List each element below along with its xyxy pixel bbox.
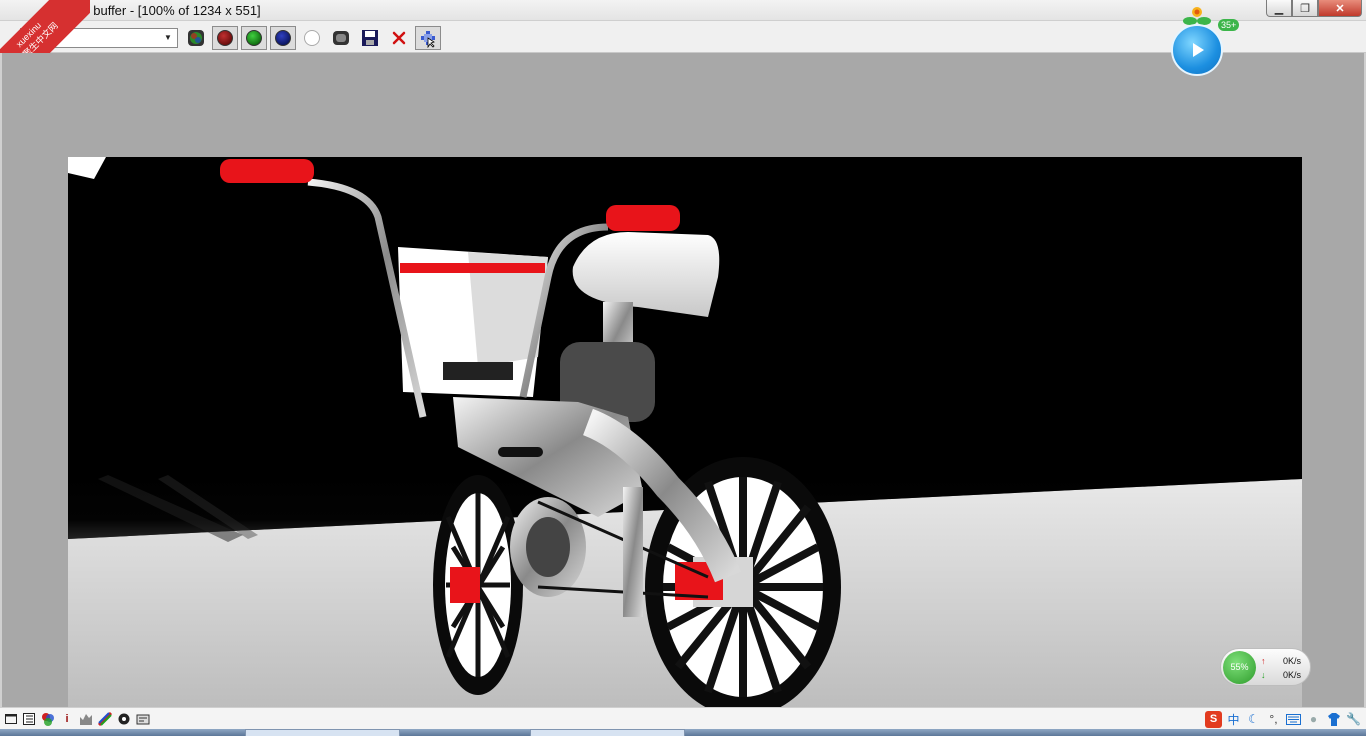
network-percent: 55%	[1223, 651, 1256, 684]
channel-select[interactable]: color ▼	[20, 28, 178, 48]
close-button[interactable]: ✕	[1318, 0, 1362, 17]
taskbar-item[interactable]	[245, 729, 400, 736]
window-title: rame buffer - [100% of 1234 x 551]	[60, 3, 261, 18]
play-button[interactable]	[1171, 24, 1223, 76]
upload-speed: 0K/s	[1282, 656, 1301, 666]
punctuation-icon[interactable]: °,	[1265, 711, 1282, 728]
gear-icon[interactable]	[116, 711, 132, 727]
mono-button[interactable]	[328, 26, 354, 50]
frame-viewport[interactable]	[0, 53, 1366, 708]
title-bar[interactable]: rame buffer - [100% of 1234 x 551] ▁ ❐ ✕	[0, 0, 1366, 21]
mono-icon	[333, 31, 349, 45]
info-icon[interactable]: i	[59, 711, 75, 727]
shirt-icon[interactable]	[1325, 711, 1342, 728]
blue-channel-button[interactable]	[270, 26, 296, 50]
channel-select-value: color	[31, 31, 58, 45]
settings-icon[interactable]	[135, 711, 151, 727]
toolbar: color ▼	[0, 21, 1366, 53]
user-icon[interactable]: ●	[1305, 711, 1322, 728]
ime-toolbar: S 中 ☾ °, ● 🔧	[1205, 709, 1366, 729]
status-bar: i S 中 ☾ °, ● 🔧	[0, 707, 1366, 729]
green-channel-button[interactable]	[241, 26, 267, 50]
minimize-icon: ▁	[1274, 2, 1284, 15]
bicycle-render	[68, 157, 1302, 708]
play-count-badge: 35+	[1218, 19, 1240, 31]
minimize-button[interactable]: ▁	[1266, 0, 1292, 17]
crosshair-icon	[421, 31, 435, 48]
language-toggle[interactable]: 中	[1225, 711, 1242, 728]
blue-channel-icon	[275, 30, 291, 46]
close-icon: ✕	[1335, 2, 1345, 15]
maximize-button[interactable]: ❐	[1292, 0, 1318, 17]
download-arrow-icon: ↓	[1261, 670, 1266, 680]
download-speed: 0K/s	[1282, 670, 1301, 680]
moon-icon[interactable]: ☾	[1245, 711, 1262, 728]
palette-icon[interactable]	[97, 711, 113, 727]
upload-arrow-icon: ↑	[1261, 656, 1266, 666]
sogou-logo-icon[interactable]: S	[1205, 710, 1222, 728]
color-icon[interactable]	[40, 711, 56, 727]
alpha-channel-icon	[304, 30, 320, 46]
maximize-icon: ❐	[1300, 2, 1310, 15]
track-mouse-button[interactable]	[415, 26, 441, 50]
window-icon[interactable]	[3, 711, 19, 727]
save-button[interactable]	[357, 26, 383, 50]
network-monitor[interactable]: 55% ↑ 0K/s ↓ 0K/s	[1220, 648, 1311, 686]
alpha-channel-button[interactable]	[299, 26, 325, 50]
red-x-icon	[392, 31, 406, 45]
red-channel-button[interactable]	[212, 26, 238, 50]
floppy-disk-icon	[362, 30, 378, 46]
rgb-icon	[188, 30, 204, 46]
rgb-channel-button[interactable]	[183, 26, 209, 50]
chevron-down-icon[interactable]: ▼	[161, 31, 175, 45]
green-channel-icon	[246, 30, 262, 46]
list-icon[interactable]	[21, 711, 37, 727]
window-controls: ▁ ❐ ✕	[1266, 0, 1362, 17]
clear-button[interactable]	[386, 26, 412, 50]
chart-icon[interactable]	[78, 711, 94, 727]
wrench-icon[interactable]: 🔧	[1345, 711, 1362, 728]
taskbar	[0, 729, 1366, 736]
keyboard-icon[interactable]	[1285, 711, 1302, 728]
rendered-image	[68, 157, 1302, 708]
play-icon	[1193, 43, 1204, 57]
red-channel-icon	[217, 30, 233, 46]
taskbar-item[interactable]	[530, 729, 685, 736]
